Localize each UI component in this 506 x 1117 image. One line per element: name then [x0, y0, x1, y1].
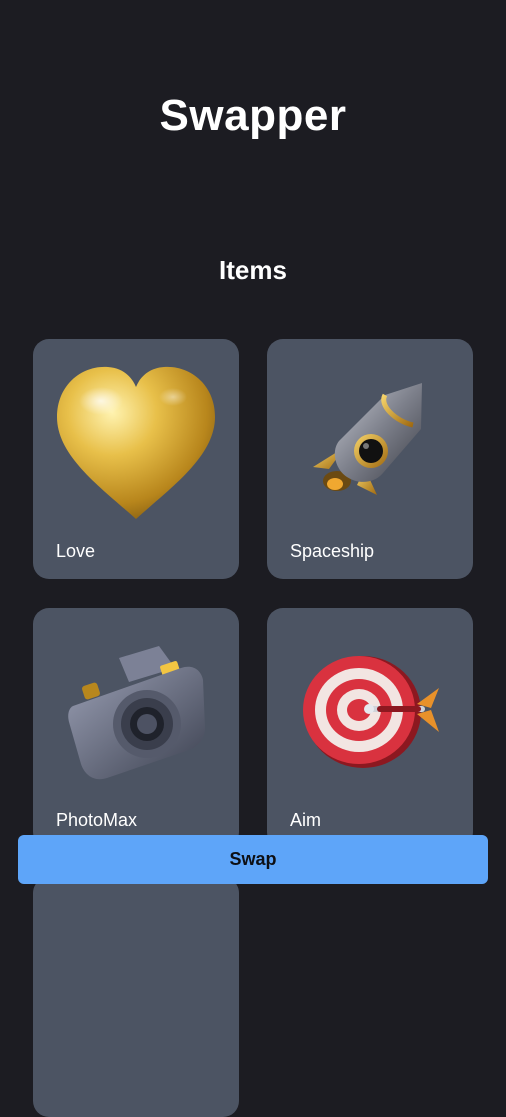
- item-card-aim[interactable]: Aim: [267, 608, 473, 848]
- item-label: Love: [56, 541, 96, 561]
- item-label: Aim: [290, 810, 321, 830]
- items-section-title: Items: [219, 255, 287, 285]
- item-label: Spaceship: [290, 541, 375, 561]
- item-card-partial[interactable]: [33, 877, 239, 1117]
- item-label: PhotoMax: [56, 810, 138, 830]
- app-title: Swapper: [159, 91, 347, 140]
- swap-button[interactable]: Swap: [18, 835, 488, 884]
- item-card-photomax[interactable]: PhotoMax: [33, 608, 239, 848]
- item-card-love[interactable]: Love: [33, 339, 239, 579]
- item-card-spaceship[interactable]: Spaceship: [267, 339, 473, 579]
